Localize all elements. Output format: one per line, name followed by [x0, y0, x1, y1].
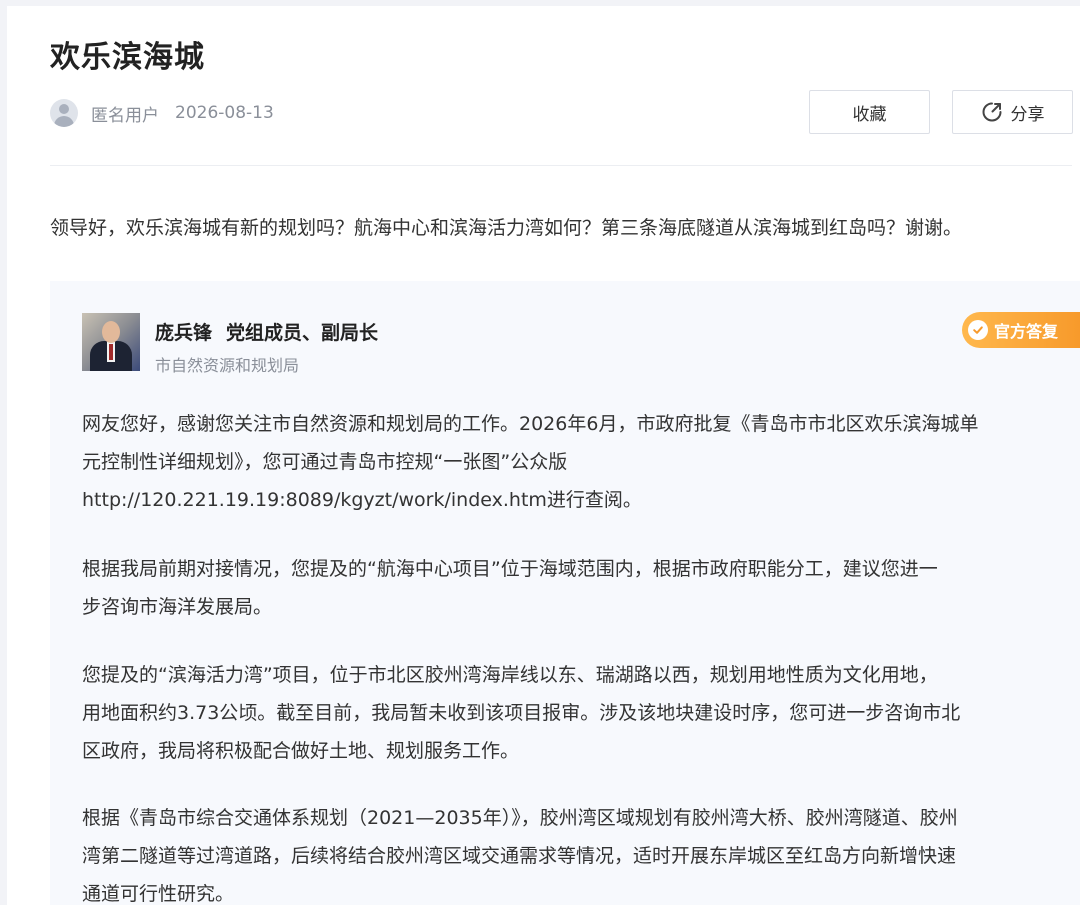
answer-paragraph: 您提及的“滨海活力湾”项目，位于市北区胶州湾海岸线以东、瑞湖路以西，规划用地性质…	[82, 656, 1052, 770]
official-role: 党组成员、副局长	[226, 322, 379, 344]
answer-line: 根据《青岛市综合交通体系规划（2021—2035年）》，胶州湾区域规划有胶州湾大…	[82, 807, 958, 829]
official-reply-badge: 官方答复	[962, 312, 1080, 348]
answer-paragraph: 根据我局前期对接情况，您提及的“航海中心项目”位于海域范围内，根据市政府职能分工…	[82, 550, 1052, 626]
collect-button-label: 收藏	[852, 104, 887, 125]
answer-paragraph: 根据《青岛市综合交通体系规划（2021—2035年）》，胶州湾区域规划有胶州湾大…	[82, 799, 1052, 905]
answer-line: 通道可行性研究。	[82, 883, 235, 905]
official-department: 市自然资源和规划局	[155, 356, 300, 375]
left-border	[0, 0, 7, 905]
official-avatar	[82, 313, 140, 371]
official-name-line: 庞兵锋 党组成员、副局长	[155, 318, 378, 345]
page: 欢乐滨海城 匿名用户 2026-08-13 收藏 分享 领导好，欢乐滨海城有新的…	[0, 0, 1080, 905]
answer-line: 步咨询市海洋发展局。	[82, 596, 273, 618]
answer-line: 您提及的“滨海活力湾”项目，位于市北区胶州湾海岸线以东、瑞湖路以西，规划用地性质…	[82, 664, 938, 686]
answer-line: 元控制性详细规划》，您可通过青岛市控规“一张图”公众版	[82, 451, 568, 473]
post-date: 2026-08-13	[175, 103, 274, 123]
answer-paragraph: 网友您好，感谢您关注市自然资源和规划局的工作。2026年6月，市政府批复《青岛市…	[82, 405, 1052, 519]
header-divider	[50, 165, 1072, 166]
top-border	[0, 0, 1080, 6]
official-answer-card: 庞兵锋 党组成员、副局长 市自然资源和规划局 官方答复 网友您好，感谢您关注市自然…	[50, 281, 1080, 905]
answer-line: 根据我局前期对接情况，您提及的“航海中心项目”位于海域范围内，根据市政府职能分工…	[82, 558, 938, 580]
user-avatar-icon	[50, 99, 78, 127]
official-name: 庞兵锋	[155, 322, 213, 344]
share-icon	[982, 102, 1001, 122]
answer-line: 区政府，我局将积极配合做好土地、规划服务工作。	[82, 740, 520, 762]
share-button-label: 分享	[1010, 104, 1045, 125]
answer-line: 湾第二隧道等过湾道路，后续将结合胶州湾区域交通需求等情况，适时开展东岸城区至红岛…	[82, 845, 957, 867]
post-meta: 匿名用户 2026-08-13	[50, 98, 274, 128]
answer-line: 网友您好，感谢您关注市自然资源和规划局的工作。2026年6月，市政府批复《青岛市…	[82, 413, 979, 435]
check-circle-icon	[968, 320, 988, 340]
share-button[interactable]: 分享	[952, 90, 1073, 134]
page-title: 欢乐滨海城	[50, 40, 205, 75]
collect-button[interactable]: 收藏	[809, 90, 930, 134]
question-text: 领导好，欢乐滨海城有新的规划吗？航海中心和滨海活力湾如何？第三条海底隧道从滨海城…	[50, 217, 963, 239]
answer-link-line: http://120.221.19.19:8089/kgyzt/work/ind…	[82, 489, 642, 511]
author-name: 匿名用户	[91, 105, 159, 126]
badge-label: 官方答复	[994, 322, 1059, 341]
answer-line: 用地面积约3.73公顷。截至目前，我局暂未收到该项目报审。涉及该地块建设时序，您…	[82, 702, 961, 724]
